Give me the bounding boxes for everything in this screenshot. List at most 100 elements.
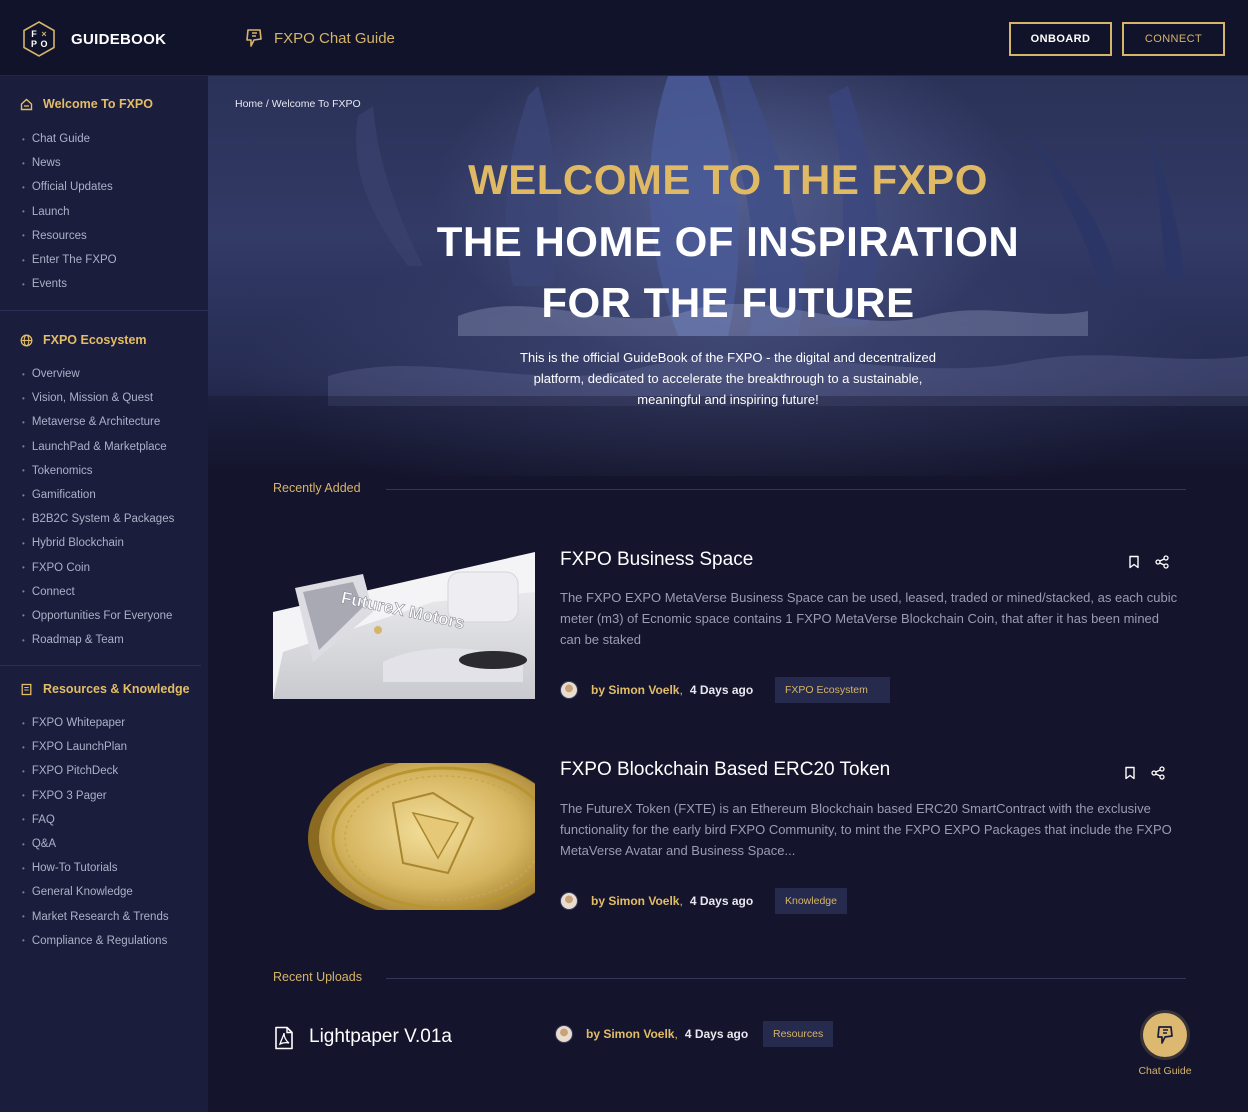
brand-name[interactable]: GUIDEBOOK — [71, 31, 166, 48]
sidebar-item[interactable]: Resources — [22, 224, 117, 248]
sidebar: Welcome To FXPO Chat Guide News Official… — [0, 76, 208, 1112]
fxpo-logo-icon[interactable]: F × P O — [20, 20, 58, 58]
sidebar-item[interactable]: Metaverse & Architecture — [22, 410, 174, 434]
sidebar-item[interactable]: Compliance & Regulations — [22, 929, 169, 953]
sidebar-item[interactable]: Overview — [22, 362, 174, 386]
chat-bubble-icon — [246, 29, 262, 47]
post-time: 4 Days ago — [689, 683, 754, 697]
sidebar-item[interactable]: Hybrid Blockchain — [22, 531, 174, 555]
card-description: The FutureX Token (FXTE) is an Ethereum … — [560, 801, 1172, 858]
section-divider — [386, 489, 1186, 490]
bookmark-icon[interactable] — [1126, 554, 1142, 570]
meta-separator: , — [679, 894, 683, 908]
avatar[interactable] — [560, 681, 578, 699]
card-description: The FXPO EXPO MetaVerse Business Space c… — [560, 590, 1178, 647]
sidebar-item[interactable]: FAQ — [22, 808, 169, 832]
upload-title[interactable]: Lightpaper V.01a — [309, 1026, 452, 1048]
sidebar-divider — [0, 310, 208, 311]
card-meta: by Simon Voelk, 4 Days ago — [560, 679, 753, 701]
recently-added-heading: Recently Added — [273, 481, 361, 495]
sidebar-item[interactable]: News — [22, 151, 117, 175]
card-title[interactable]: FXPO Blockchain Based ERC20 Token — [560, 759, 890, 781]
sidebar-item[interactable]: Official Updates — [22, 175, 117, 199]
sidebar-item[interactable]: Q&A — [22, 832, 169, 856]
sidebar-item[interactable]: Connect — [22, 580, 174, 604]
svg-text:P: P — [31, 39, 37, 49]
meta-separator: , — [679, 683, 683, 697]
svg-text:F: F — [31, 29, 37, 39]
sidebar-item[interactable]: B2B2C System & Packages — [22, 507, 175, 531]
sidebar-item[interactable]: LaunchPad & Marketplace — [22, 435, 174, 459]
author-link[interactable]: by Simon Voelk — [591, 894, 679, 908]
post-time: 4 Days ago — [684, 1027, 749, 1041]
card-title[interactable]: FXPO Business Space — [560, 549, 753, 571]
post-time: 4 Days ago — [689, 894, 754, 908]
sidebar-item[interactable]: Launch — [22, 200, 117, 224]
sidebar-section-welcome[interactable]: Welcome To FXPO — [20, 97, 153, 111]
sidebar-item[interactable]: Events — [22, 272, 117, 296]
book-icon — [21, 683, 32, 695]
sidebar-item[interactable]: Gamification — [22, 483, 174, 507]
sidebar-item[interactable]: FXPO Whitepaper — [22, 711, 169, 735]
sidebar-item[interactable]: FXPO LaunchPlan — [22, 735, 169, 759]
chat-guide-label: FXPO Chat Guide — [274, 29, 395, 47]
author-link[interactable]: by Simon Voelk — [591, 683, 679, 697]
avatar[interactable] — [560, 892, 578, 910]
sidebar-section-resources[interactable]: Resources & Knowledge — [20, 682, 190, 696]
bookmark-icon[interactable] — [1122, 765, 1138, 781]
sidebar-item[interactable]: Tokenomics — [22, 459, 174, 483]
chat-guide-link[interactable]: FXPO Chat Guide — [244, 27, 395, 49]
upload-meta: by Simon Voelk, 4 Days ago — [555, 1023, 748, 1045]
connect-button[interactable]: CONNECT — [1122, 22, 1225, 56]
card-image-erc20-token[interactable] — [273, 763, 535, 910]
sidebar-item[interactable]: FXPO PitchDeck — [22, 759, 169, 783]
sidebar-list-welcome: Chat Guide News Official Updates Launch … — [22, 127, 117, 296]
home-icon — [20, 98, 33, 110]
avatar[interactable] — [555, 1025, 573, 1043]
hero-banner: Home / Welcome To FXPO WELCOME TO THE FX… — [208, 76, 1248, 476]
hero-background-image — [208, 76, 1248, 476]
sidebar-section-ecosystem[interactable]: FXPO Ecosystem — [20, 333, 147, 347]
hero-title-line1: WELCOME TO THE FXPO — [468, 156, 988, 203]
sidebar-item[interactable]: Enter The FXPO — [22, 248, 117, 272]
chat-guide-button[interactable] — [1143, 1013, 1187, 1057]
share-icon[interactable] — [1154, 554, 1170, 570]
globe-icon — [20, 334, 33, 346]
category-tag[interactable]: FXPO Ecosystem — [775, 677, 890, 703]
sidebar-item[interactable]: General Knowledge — [22, 880, 169, 904]
sidebar-section-label: Resources & Knowledge — [43, 682, 190, 696]
chat-bubble-icon — [1157, 1026, 1173, 1044]
sidebar-divider — [0, 665, 201, 666]
sidebar-item[interactable]: Vision, Mission & Quest — [22, 386, 174, 410]
breadcrumb[interactable]: Home / Welcome To FXPO — [235, 98, 361, 110]
chat-guide-button-label[interactable]: Chat Guide — [1125, 1065, 1205, 1077]
pdf-file-icon — [275, 1026, 293, 1050]
sidebar-section-label: Welcome To FXPO — [43, 97, 153, 111]
share-icon[interactable] — [1150, 765, 1166, 781]
sidebar-list-ecosystem: Overview Vision, Mission & Quest Metaver… — [22, 362, 175, 652]
author-link[interactable]: by Simon Voelk — [586, 1027, 674, 1041]
top-header: F × P O GUIDEBOOK FXPO Chat Guide ONBOAR… — [0, 0, 1248, 76]
meta-separator: , — [674, 1027, 678, 1041]
hero-title-line2: THE HOME OF INSPIRATION — [436, 218, 1020, 265]
sidebar-item[interactable]: FXPO 3 Pager — [22, 784, 169, 808]
hero-title-line3: FOR THE FUTURE — [541, 279, 915, 326]
sidebar-item[interactable]: Chat Guide — [22, 127, 117, 151]
sidebar-item[interactable]: FXPO Coin — [22, 556, 174, 580]
onboard-button[interactable]: ONBOARD — [1009, 22, 1112, 56]
recent-uploads-heading: Recent Uploads — [273, 970, 362, 984]
sidebar-item[interactable]: Market Research & Trends — [22, 905, 169, 929]
card-meta: by Simon Voelk, 4 Days ago — [560, 890, 753, 912]
sidebar-list-resources: FXPO Whitepaper FXPO LaunchPlan FXPO Pit… — [22, 711, 169, 953]
sidebar-item[interactable]: Opportunities For Everyone — [22, 604, 174, 628]
sidebar-section-label: FXPO Ecosystem — [43, 333, 147, 347]
card-image-business-space[interactable]: FutureX Motors — [273, 552, 535, 699]
svg-text:O: O — [40, 39, 47, 49]
category-tag[interactable]: Resources — [763, 1021, 834, 1047]
hero-description: This is the official GuideBook of the FX… — [520, 350, 936, 407]
svg-text:×: × — [41, 29, 46, 39]
sidebar-item[interactable]: Roadmap & Team — [22, 628, 174, 652]
category-tag[interactable]: Knowledge — [775, 888, 847, 914]
sidebar-item[interactable]: How-To Tutorials — [22, 856, 169, 880]
section-divider — [386, 978, 1186, 979]
